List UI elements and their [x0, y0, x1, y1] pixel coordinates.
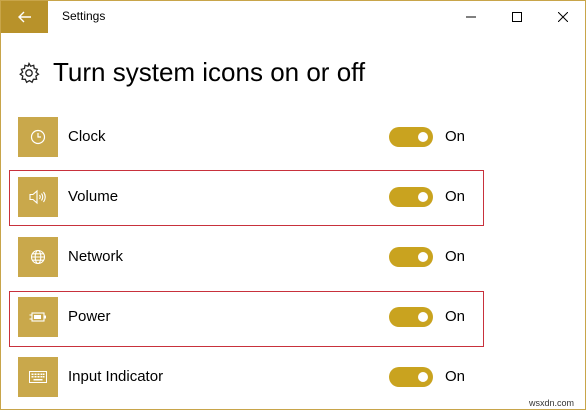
toggle-state-text: On [445, 188, 466, 205]
keyboard-icon [29, 371, 47, 383]
maximize-button[interactable] [494, 1, 540, 33]
clock-toggle[interactable] [389, 127, 433, 147]
setting-label: Power [68, 308, 111, 325]
setting-label: Input Indicator [68, 368, 164, 385]
network-toggle[interactable] [389, 247, 433, 267]
network-tile [18, 237, 58, 277]
setting-label: Volume [68, 188, 119, 205]
close-icon [558, 12, 568, 22]
settings-window: Settings Turn system icons on or off Clo… [0, 0, 586, 410]
power-tile [18, 297, 58, 337]
input-indicator-tile [18, 357, 58, 397]
minimize-button[interactable] [448, 1, 494, 33]
toggle-state-text: On [445, 248, 466, 265]
toggle-knob [418, 132, 428, 142]
input-indicator-toggle[interactable] [389, 367, 433, 387]
back-button[interactable] [1, 1, 48, 33]
close-button[interactable] [540, 1, 585, 33]
clock-icon [30, 129, 46, 145]
volume-icon [29, 189, 46, 205]
setting-row-power: Power On [18, 297, 478, 337]
maximize-icon [512, 12, 522, 22]
app-title: Settings [62, 9, 106, 23]
clock-tile [18, 117, 58, 157]
back-arrow-icon [17, 11, 31, 23]
volume-toggle[interactable] [389, 187, 433, 207]
page-title: Turn system icons on or off [53, 57, 366, 87]
setting-row-volume: Volume On [18, 177, 478, 217]
minimize-icon [466, 16, 476, 18]
power-toggle[interactable] [389, 307, 433, 327]
gear-icon [19, 61, 40, 84]
toggle-state-text: On [445, 368, 466, 385]
toggle-state-text: On [445, 128, 466, 145]
toggle-state-text: On [445, 308, 466, 325]
watermark: wsxdn.com [529, 398, 575, 408]
toggle-knob [418, 192, 428, 202]
setting-row-clock: Clock On [18, 117, 478, 157]
volume-tile [18, 177, 58, 217]
setting-row-input-indicator: Input Indicator On [18, 357, 478, 397]
network-icon [30, 249, 46, 265]
setting-label: Network [68, 248, 124, 265]
toggle-knob [418, 372, 428, 382]
power-icon [29, 312, 46, 322]
toggle-knob [418, 312, 428, 322]
title-bar: Settings [1, 1, 585, 33]
setting-row-network: Network On [18, 237, 478, 277]
setting-label: Clock [68, 128, 106, 145]
toggle-knob [418, 252, 428, 262]
